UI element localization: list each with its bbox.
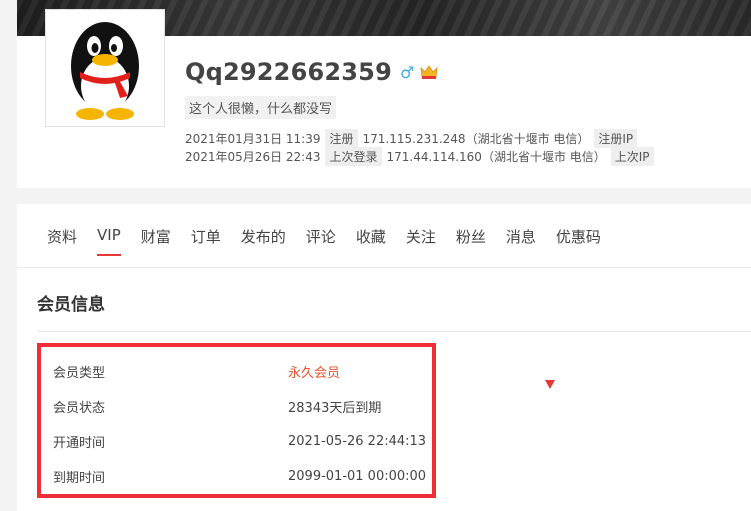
username-row: Qq2922662359 ♂ <box>185 58 439 86</box>
vip-info-table: 会员类型 永久会员 会员状态 28343天后到期 开通时间 2021-05-26… <box>37 343 436 498</box>
tab-following[interactable]: 关注 <box>406 226 436 256</box>
last-login-ip: 171.44.114.160 <box>386 149 482 164</box>
register-action-tag: 注册 <box>325 129 358 148</box>
tab-wealth[interactable]: 财富 <box>141 226 171 256</box>
username: Qq2922662359 <box>185 58 392 86</box>
profile-tabs: 资料 VIP 财富 订单 发布的 评论 收藏 关注 粉丝 消息 优惠码 <box>47 226 621 256</box>
vip-status-label: 会员状态 <box>53 400 106 416</box>
register-ip: 171.115.231.248 <box>362 131 466 146</box>
tab-comments[interactable]: 评论 <box>306 226 336 256</box>
vip-crown-icon <box>420 65 438 79</box>
last-login-action-tag: 上次登录 <box>325 147 382 166</box>
vip-expire-value: 2099-01-01 00:00:00 <box>288 468 427 484</box>
tab-orders[interactable]: 订单 <box>191 226 221 256</box>
vip-start-label: 开通时间 <box>53 435 106 451</box>
vip-status-value: 28343天后到期 <box>288 400 382 416</box>
page: Qq2922662359 ♂ 这个人很懒，什么都没写 2021年01月31日 1… <box>0 0 751 511</box>
register-time: 2021年01月31日 11:39 <box>185 132 321 146</box>
vip-start-value: 2021-05-26 22:44:13 <box>288 433 427 449</box>
tab-favorites[interactable]: 收藏 <box>356 226 386 256</box>
tab-messages[interactable]: 消息 <box>506 226 536 256</box>
last-login-ip-tag: 上次IP <box>610 147 654 166</box>
register-info: 2021年01月31日 11:39 注册 171.115.231.248 （湖北… <box>185 129 642 148</box>
tabs-divider <box>17 267 751 268</box>
vip-type-value: 永久会员 <box>288 365 341 381</box>
vip-row-type: 会员类型 永久会员 <box>53 361 428 381</box>
vip-row-expire: 到期时间 2099-01-01 00:00:00 <box>53 466 428 486</box>
vip-row-status: 会员状态 28343天后到期 <box>53 396 428 416</box>
section-divider <box>37 331 751 332</box>
register-location: （湖北省十堰市 电信） <box>465 132 590 146</box>
last-login-location: （湖北省十堰市 电信） <box>481 150 606 164</box>
tab-vip[interactable]: VIP <box>97 226 121 256</box>
user-bio: 这个人很懒，什么都没写 <box>185 96 337 119</box>
last-login-time: 2021年05月26日 22:43 <box>185 150 321 164</box>
male-gender-icon: ♂ <box>399 62 415 82</box>
avatar[interactable] <box>45 9 165 127</box>
vip-expire-label: 到期时间 <box>53 470 106 486</box>
tab-profile[interactable]: 资料 <box>47 226 77 256</box>
vip-type-label: 会员类型 <box>53 365 106 381</box>
qq-penguin-avatar-icon <box>71 22 139 120</box>
register-ip-tag: 注册IP <box>594 129 638 148</box>
last-login-info: 2021年05月26日 22:43 上次登录 171.44.114.160 （湖… <box>185 147 659 166</box>
dropdown-arrow-icon[interactable] <box>545 380 555 389</box>
section-title: 会员信息 <box>37 295 105 315</box>
tab-coupons[interactable]: 优惠码 <box>556 226 601 256</box>
tab-posts[interactable]: 发布的 <box>241 226 286 256</box>
tab-fans[interactable]: 粉丝 <box>456 226 486 256</box>
vip-row-start: 开通时间 2021-05-26 22:44:13 <box>53 431 428 451</box>
